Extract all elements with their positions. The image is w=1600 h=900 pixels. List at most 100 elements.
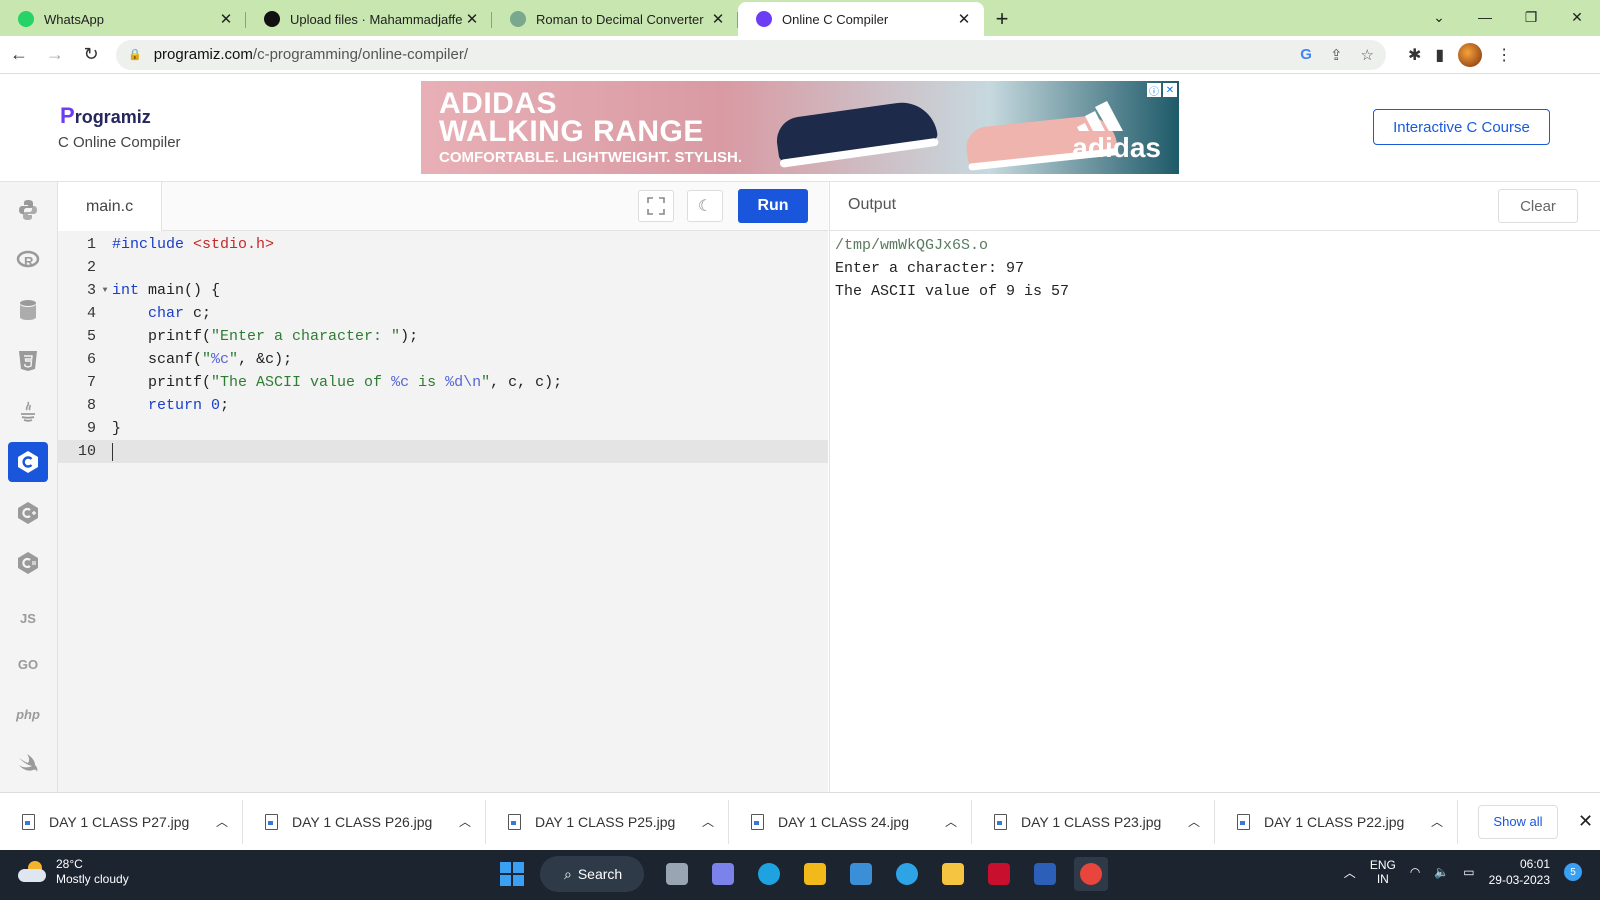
teams-chat-icon[interactable] <box>706 857 740 891</box>
language-go-icon[interactable]: GO <box>8 644 48 684</box>
run-button[interactable]: Run <box>738 189 808 223</box>
chevron-up-icon[interactable]: ︿ <box>459 813 471 830</box>
profile-avatar[interactable] <box>1458 42 1483 67</box>
mylic-icon[interactable] <box>844 857 878 891</box>
chevron-up-icon[interactable]: ︿ <box>702 813 714 830</box>
language-cpp-icon[interactable] <box>8 493 48 533</box>
code-line[interactable]: 5 printf("Enter a character: "); <box>58 325 828 348</box>
address-bar[interactable]: 🔒 programiz.com/c-programming/online-com… <box>116 39 1386 70</box>
google-icon[interactable]: G <box>1300 46 1312 64</box>
restore-button[interactable]: ❐ <box>1508 0 1554 34</box>
tab-close-icon[interactable]: ✕ <box>216 10 236 28</box>
browser-tab[interactable]: Upload files · Mahammadjaffer/C ✕ <box>246 2 492 36</box>
code-line[interactable]: 4 char c; <box>58 302 828 325</box>
lock-icon[interactable]: 🔒 <box>128 48 142 61</box>
language-c-icon[interactable] <box>8 442 48 482</box>
wifi-icon[interactable]: ◠ <box>1410 865 1420 879</box>
language-python-icon[interactable] <box>8 190 48 230</box>
output-console[interactable]: /tmp/wmWkQGJx6S.o Enter a character: 97 Th… <box>829 231 1600 792</box>
side-panel-icon[interactable]: ▮ <box>1435 45 1444 65</box>
language-sql-icon[interactable] <box>8 290 48 330</box>
share-icon[interactable]: ⇪ <box>1330 46 1343 64</box>
language-html-icon[interactable] <box>8 341 48 381</box>
mcafee-icon[interactable] <box>982 857 1016 891</box>
tab-close-icon[interactable]: ✕ <box>954 10 974 28</box>
volume-muted-icon[interactable]: 🔈 <box>1434 865 1449 879</box>
battery-icon[interactable]: ▭ <box>1463 865 1474 879</box>
language-sidebar: R JS GO php <box>0 182 58 792</box>
close-downloads-icon[interactable]: ✕ <box>1578 811 1593 832</box>
fold-arrow-icon[interactable]: ▼ <box>98 286 112 295</box>
file-tab-main-c[interactable]: main.c <box>58 182 162 231</box>
store-icon[interactable] <box>798 857 832 891</box>
chevron-up-icon[interactable]: ︿ <box>216 813 228 830</box>
download-item[interactable]: DAY 1 CLASS P22.jpg ︿ <box>1215 799 1458 844</box>
new-tab-button[interactable]: + <box>984 2 1020 36</box>
ad-tagline: COMFORTABLE. LIGHTWEIGHT. STYLISH. <box>439 149 743 166</box>
clear-button[interactable]: Clear <box>1498 189 1578 223</box>
extensions-icon[interactable]: ✱ <box>1408 45 1421 65</box>
task-view-icon[interactable] <box>660 857 694 891</box>
download-item[interactable]: DAY 1 CLASS P23.jpg ︿ <box>972 799 1215 844</box>
reload-button[interactable]: ↻ <box>74 38 108 72</box>
file-explorer-icon[interactable] <box>936 857 970 891</box>
browser-tab[interactable]: WhatsApp ✕ <box>0 2 246 36</box>
browser-tab[interactable]: Online C Compiler ✕ <box>738 2 984 36</box>
language-indicator[interactable]: ENG IN <box>1370 858 1396 886</box>
code-line[interactable]: 9 } <box>58 417 828 440</box>
dark-mode-icon[interactable]: ☾ <box>687 190 723 222</box>
help-icon[interactable] <box>890 857 924 891</box>
code-line[interactable]: 8 return 0; <box>58 394 828 417</box>
bookmark-star-icon[interactable]: ☆ <box>1361 46 1374 64</box>
code-line[interactable]: 7 printf("The ASCII value of %c is %d\n"… <box>58 371 828 394</box>
forward-button[interactable]: → <box>38 38 72 72</box>
tab-close-icon[interactable]: ✕ <box>462 10 482 28</box>
tab-close-icon[interactable]: ✕ <box>708 10 728 28</box>
code-editor[interactable]: 1 #include <stdio.h> 2 3 ▼ int main() {4 … <box>58 231 828 792</box>
code-line[interactable]: 10 <box>58 440 828 463</box>
notification-badge[interactable]: 5 <box>1564 863 1582 881</box>
interactive-course-button[interactable]: Interactive C Course <box>1373 109 1550 145</box>
weather-widget[interactable]: 28°C Mostly cloudy <box>18 857 129 887</box>
language-csharp-icon[interactable] <box>8 543 48 583</box>
browser-tab-strip: WhatsApp ✕ Upload files · Mahammadjaffer… <box>0 0 1600 36</box>
show-all-downloads-button[interactable]: Show all <box>1478 804 1558 839</box>
close-window-button[interactable]: ✕ <box>1554 0 1600 34</box>
ad-close-icon[interactable]: ✕ <box>1163 83 1177 97</box>
download-item[interactable]: DAY 1 CLASS 24.jpg ︿ <box>729 799 972 844</box>
edge-icon[interactable] <box>752 857 786 891</box>
download-item[interactable]: DAY 1 CLASS P26.jpg ︿ <box>243 799 486 844</box>
taskbar-search[interactable]: ⌕ Search <box>540 856 644 892</box>
code-line[interactable]: 3 ▼ int main() { <box>58 279 828 302</box>
windows-start-icon[interactable] <box>500 862 524 886</box>
chevron-up-icon[interactable]: ︿ <box>945 813 957 830</box>
fullscreen-icon[interactable] <box>638 190 674 222</box>
advertisement-banner[interactable]: ADIDAS WALKING RANGE COMFORTABLE. LIGHTW… <box>421 81 1179 174</box>
language-swift-icon[interactable] <box>8 744 48 784</box>
download-item[interactable]: DAY 1 CLASS P25.jpg ︿ <box>486 799 729 844</box>
chevron-up-icon[interactable]: ︿ <box>1188 813 1200 830</box>
programiz-logo[interactable]: Programiz <box>60 103 151 129</box>
code-line[interactable]: 2 <box>58 256 828 279</box>
chevron-up-icon[interactable]: ︿ <box>1431 813 1443 830</box>
code-line[interactable]: 1 #include <stdio.h> <box>58 233 828 256</box>
download-filename: DAY 1 CLASS P22.jpg <box>1264 813 1405 830</box>
line-number: 5 <box>86 328 96 345</box>
word-icon[interactable] <box>1028 857 1062 891</box>
clock[interactable]: 06:01 29-03-2023 <box>1489 856 1550 888</box>
menu-kebab-icon[interactable]: ⋮ <box>1496 45 1512 65</box>
language-java-icon[interactable] <box>8 392 48 432</box>
show-hidden-icons-icon[interactable]: ︿ <box>1344 864 1356 881</box>
language-r-icon[interactable]: R <box>8 240 48 280</box>
back-button[interactable]: ← <box>2 38 36 72</box>
download-item[interactable]: DAY 1 CLASS P27.jpg ︿ <box>0 799 243 844</box>
language-php-icon[interactable]: php <box>8 694 48 734</box>
chrome-icon[interactable] <box>1074 857 1108 891</box>
browser-tab[interactable]: Roman to Decimal Converter ✕ <box>492 2 738 36</box>
minimize-button[interactable]: — <box>1462 0 1508 34</box>
ad-info-icon[interactable]: ⓘ <box>1147 83 1161 98</box>
code-text: int main() { <box>112 282 221 299</box>
language-js-icon[interactable]: JS <box>8 598 48 638</box>
code-line[interactable]: 6 scanf("%c", &c); <box>58 348 828 371</box>
tab-search-icon[interactable]: ⌄ <box>1416 0 1462 34</box>
